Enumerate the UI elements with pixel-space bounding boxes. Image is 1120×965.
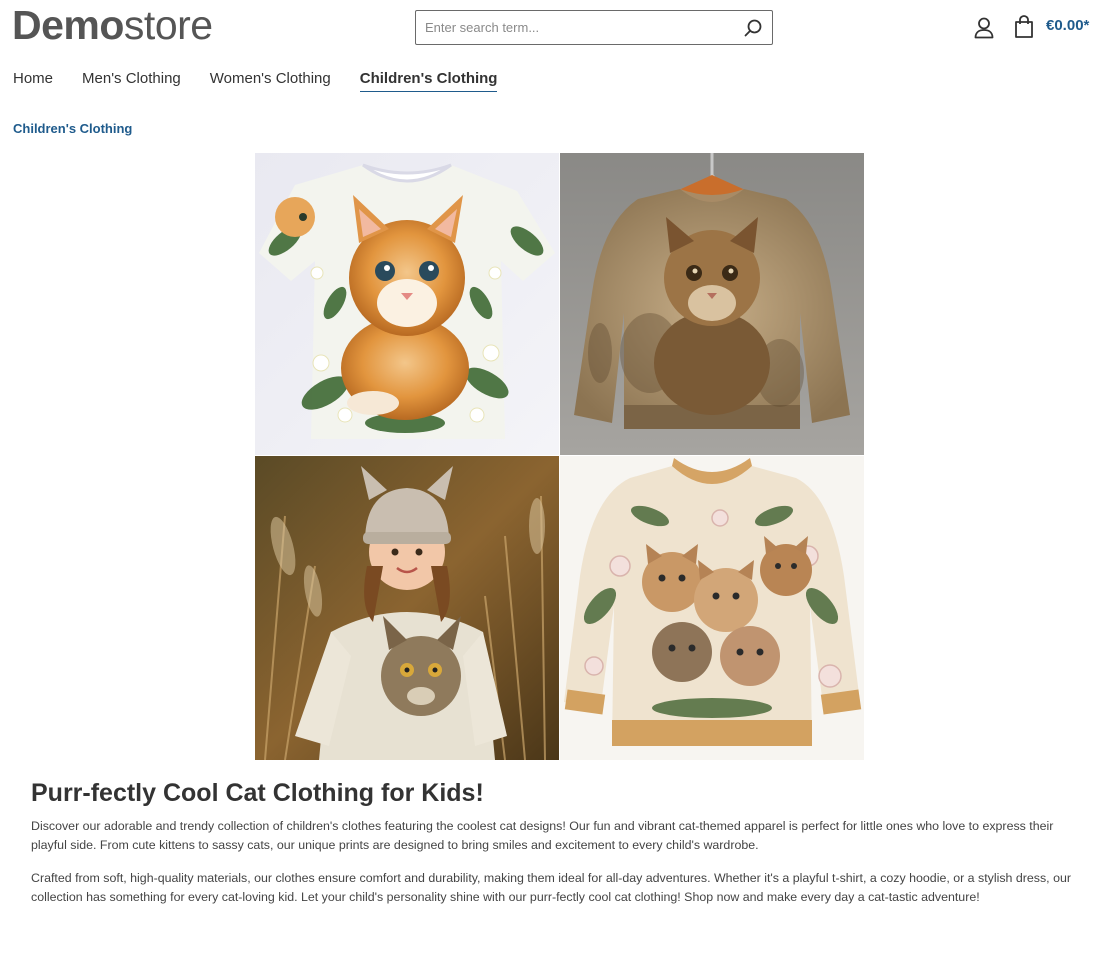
hero-image-floral-kittens-sweatshirt (560, 456, 864, 760)
nav-item-childrens-clothing[interactable]: Children's Clothing (359, 70, 498, 92)
nav-item-mens-clothing[interactable]: Men's Clothing (82, 70, 181, 92)
shopping-bag-icon (1015, 15, 1033, 38)
search-button[interactable] (742, 17, 764, 39)
category-headline: Purr-fectly Cool Cat Clothing for Kids! (31, 779, 484, 807)
hero-image-kitten-tshirt (255, 153, 559, 455)
search-input[interactable] (416, 11, 735, 44)
main-navigation: Home Men's Clothing Women's Clothing Chi… (13, 70, 526, 92)
hero-image-kitten-sweatshirt (560, 153, 864, 455)
nav-item-womens-clothing[interactable]: Women's Clothing (210, 70, 331, 92)
category-hero-image (255, 153, 864, 760)
search-icon (744, 19, 762, 37)
logo-bold-text: Demo (12, 2, 124, 48)
user-icon (974, 17, 994, 39)
nav-item-home[interactable]: Home (13, 70, 53, 92)
cart-button[interactable] (1013, 14, 1035, 40)
hero-image-child-cat-sweater (255, 456, 559, 760)
logo-light-text: store (123, 2, 213, 48)
cart-total[interactable]: €0.00* (1046, 17, 1089, 34)
breadcrumb[interactable]: Children's Clothing (13, 121, 132, 136)
category-description-paragraph-2: Crafted from soft, high-quality material… (31, 871, 1071, 904)
logo[interactable]: Demostore (12, 2, 213, 48)
account-button[interactable] (973, 16, 995, 40)
category-description-paragraph-1: Discover our adorable and trendy collect… (31, 819, 1054, 852)
search-box (415, 10, 773, 45)
